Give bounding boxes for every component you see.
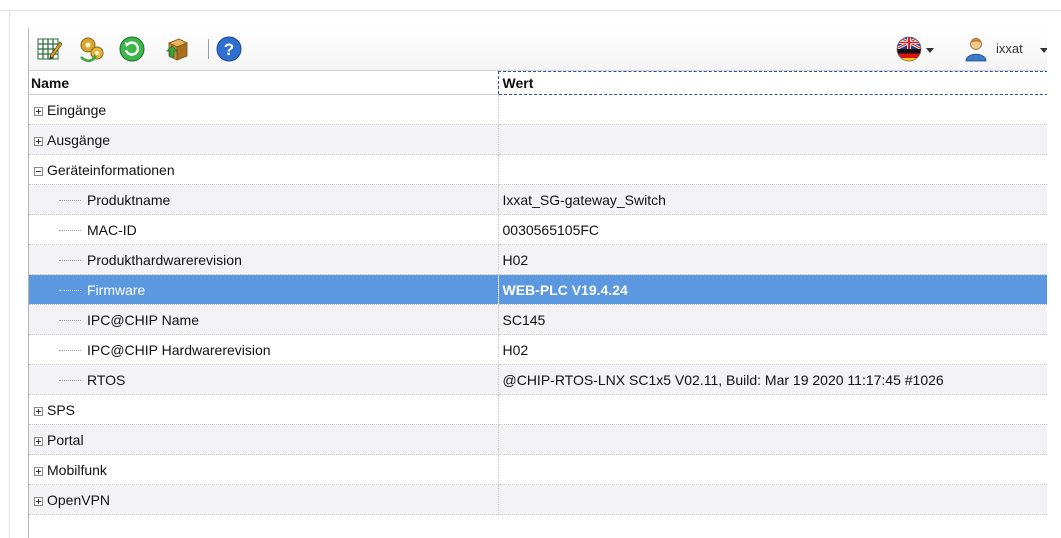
row-value: 0030565105FC — [502, 221, 600, 238]
expand-plus-icon[interactable] — [34, 436, 43, 446]
row-label: IPC@CHIP Hardwarerevision — [87, 341, 271, 358]
column-header-name[interactable]: Name — [29, 71, 498, 95]
tree-connector-line — [59, 229, 81, 232]
row-label: Geräteinformationen — [47, 161, 175, 178]
expand-plus-icon[interactable] — [34, 466, 43, 476]
expand-plus-icon[interactable] — [34, 406, 43, 416]
row-value: SC145 — [502, 311, 546, 328]
grid-edit-icon[interactable] — [35, 35, 63, 63]
settings-gears-icon[interactable] — [78, 35, 106, 63]
row-label: RTOS — [87, 371, 126, 388]
language-dropdown-caret[interactable] — [926, 48, 934, 53]
row-label: Firmware — [87, 281, 146, 298]
value-cell[interactable]: H02 — [498, 334, 1047, 365]
value-cell[interactable]: SC145 — [498, 304, 1047, 335]
group-row[interactable]: Mobilfunk — [29, 454, 1047, 485]
page-top-rule — [0, 10, 1061, 11]
package-upload-icon[interactable] — [163, 35, 191, 63]
column-header-value[interactable]: Wert — [497, 71, 1047, 95]
name-cell[interactable]: SPS — [29, 394, 499, 425]
row-label: Eingänge — [47, 101, 107, 118]
row-value: Ixxat_SG-gateway_Switch — [502, 191, 666, 208]
name-cell[interactable]: Firmware — [29, 274, 499, 305]
value-cell[interactable] — [498, 424, 1047, 455]
row-label: Ausgänge — [47, 131, 111, 148]
value-cell[interactable] — [498, 154, 1047, 185]
row-label: Mobilfunk — [47, 461, 107, 478]
name-cell[interactable]: Produktname — [29, 184, 499, 215]
tree-connector-line — [59, 379, 81, 382]
grid-header-row: Name Wert — [29, 71, 1047, 95]
name-cell[interactable]: Portal — [29, 424, 499, 455]
name-cell[interactable]: IPC@CHIP Hardwarerevision — [29, 334, 499, 365]
tree-connector-line — [59, 319, 81, 322]
row-label: SPS — [47, 401, 76, 418]
value-cell[interactable] — [498, 454, 1047, 485]
group-row[interactable]: OpenVPN — [29, 484, 1047, 515]
user-name[interactable]: ixxat — [996, 41, 1023, 56]
group-row[interactable]: Geräteinformationen — [29, 154, 1047, 185]
collapse-minus-icon[interactable] — [34, 166, 43, 176]
property-row[interactable]: Produktname Ixxat_SG-gateway_Switch — [29, 184, 1047, 215]
value-cell[interactable]: WEB-PLC V19.4.24 — [498, 274, 1047, 305]
name-cell[interactable]: MAC-ID — [29, 214, 499, 245]
name-cell[interactable]: Geräteinformationen — [29, 154, 499, 185]
device-info-panel: ? ixxat Name Wert Eingänge Ausgänge Gerä… — [28, 28, 1047, 538]
row-value: H02 — [502, 341, 529, 358]
name-cell[interactable]: Mobilfunk — [29, 454, 499, 485]
value-cell[interactable]: H02 — [498, 244, 1047, 275]
help-icon[interactable]: ? — [215, 35, 243, 63]
group-row[interactable]: Ausgänge — [29, 124, 1047, 155]
property-grid: Name Wert Eingänge Ausgänge Geräteinformat… — [29, 71, 1047, 515]
expand-plus-icon[interactable] — [34, 136, 43, 146]
tree-connector-line — [59, 349, 81, 352]
group-row[interactable]: SPS — [29, 394, 1047, 425]
tree-connector-line — [59, 259, 81, 262]
expand-plus-icon[interactable] — [34, 496, 43, 506]
value-cell[interactable]: Ixxat_SG-gateway_Switch — [498, 184, 1047, 215]
property-row[interactable]: Produkthardwarerevision H02 — [29, 244, 1047, 275]
refresh-icon[interactable] — [118, 35, 146, 63]
name-cell[interactable]: Ausgänge — [29, 124, 499, 155]
value-cell[interactable] — [498, 394, 1047, 425]
property-row[interactable]: MAC-ID 0030565105FC — [29, 214, 1047, 245]
uk-flag-icon[interactable] — [895, 35, 923, 63]
tree-connector-line — [59, 199, 81, 202]
row-label: OpenVPN — [47, 491, 111, 508]
value-cell[interactable] — [498, 484, 1047, 515]
user-dropdown-caret[interactable] — [1040, 48, 1047, 53]
row-label: IPC@CHIP Name — [87, 311, 199, 328]
row-value: @CHIP-RTOS-LNX SC1x5 V02.11, Build: Mar … — [502, 371, 944, 388]
row-value: H02 — [502, 251, 529, 268]
expand-plus-icon[interactable] — [34, 106, 43, 116]
group-row[interactable]: Eingänge — [29, 94, 1047, 125]
property-row[interactable]: IPC@CHIP Name SC145 — [29, 304, 1047, 335]
name-cell[interactable]: IPC@CHIP Name — [29, 304, 499, 335]
name-cell[interactable]: OpenVPN — [29, 484, 499, 515]
svg-text:?: ? — [224, 40, 234, 59]
property-row[interactable]: RTOS @CHIP-RTOS-LNX SC1x5 V02.11, Build: … — [29, 364, 1047, 395]
name-cell[interactable]: Eingänge — [29, 94, 499, 125]
value-cell[interactable]: @CHIP-RTOS-LNX SC1x5 V02.11, Build: Mar … — [498, 364, 1047, 395]
value-cell[interactable]: 0030565105FC — [498, 214, 1047, 245]
tree-connector-line — [59, 289, 81, 292]
property-row[interactable]: IPC@CHIP Hardwarerevision H02 — [29, 334, 1047, 365]
page-left-rule — [9, 10, 10, 538]
row-label: Produkthardwarerevision — [87, 251, 242, 268]
property-row[interactable]: Firmware WEB-PLC V19.4.24 — [29, 274, 1047, 305]
group-row[interactable]: Portal — [29, 424, 1047, 455]
row-label: Portal — [47, 431, 84, 448]
toolbar-separator — [208, 39, 209, 59]
name-cell[interactable]: RTOS — [29, 364, 499, 395]
value-cell[interactable] — [498, 94, 1047, 125]
toolbar: ? ixxat — [29, 28, 1047, 71]
user-icon[interactable] — [962, 35, 990, 63]
value-cell[interactable] — [498, 124, 1047, 155]
name-cell[interactable]: Produkthardwarerevision — [29, 244, 499, 275]
row-value: WEB-PLC V19.4.24 — [502, 281, 628, 298]
row-label: Produktname — [87, 191, 171, 208]
row-label: MAC-ID — [87, 221, 137, 238]
